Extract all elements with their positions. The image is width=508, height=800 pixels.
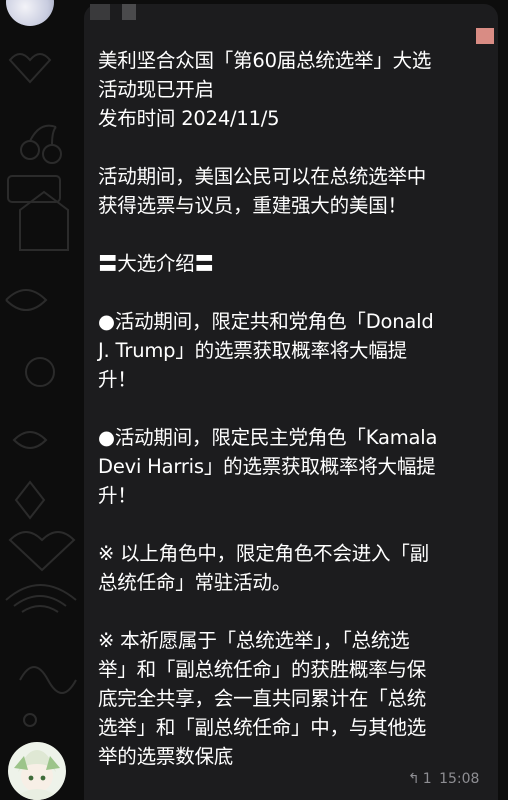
message-time: 15:08	[439, 771, 480, 787]
rainbow-doodle-icon	[5, 584, 77, 601]
house-doodle-icon	[19, 190, 69, 251]
blurred-sender-name-block	[122, 4, 136, 20]
leaf-doodle-icon	[5, 289, 48, 311]
blurred-sender-name-block	[90, 4, 110, 20]
avatar-character-icon	[14, 750, 60, 800]
reply-count: 1	[422, 771, 432, 787]
blurred-sender-name-block	[476, 28, 494, 44]
chat-screen: 美利坚合众国「第60届总统选举」大选 活动现已开启 发布时间 2024/11/5…	[0, 0, 508, 800]
wave-doodle-icon	[19, 666, 77, 694]
message-paragraph: 活动期间，美国公民可以在总统选举中 获得选票与议员，重建强大的美国！	[98, 165, 427, 217]
cherry-doodle-icon	[20, 140, 40, 160]
message-paragraph: ●活动期间，限定共和党角色「Donald J. Trump」的选票获取概率将大幅…	[98, 310, 434, 391]
message-paragraph: ※ 以上角色中，限定角色不会进入「副 总统任命」常驻活动。	[98, 542, 429, 594]
message-text: 美利坚合众国「第60届总统选举」大选 活动现已开启 发布时间 2024/11/5…	[98, 46, 490, 771]
message-paragraph: 美利坚合众国「第60届总统选举」大选 活动现已开启 发布时间 2024/11/5	[98, 49, 432, 130]
heart-outline-doodle-icon	[8, 531, 76, 572]
shell-doodle-icon	[12, 431, 48, 449]
message-paragraph: ※ 本祈愿属于「总统选举」，「总统选 举」和「副总统任命」的获胜概率与保 底完全…	[98, 629, 427, 768]
reply-arrow-icon: ↰	[408, 771, 420, 787]
flower-doodle-icon	[25, 357, 55, 387]
message-paragraph: 〓大选介绍〓	[98, 252, 214, 275]
heart-doodle-icon	[8, 53, 52, 84]
sender-avatar[interactable]	[8, 742, 66, 800]
gem-doodle-icon	[14, 480, 46, 520]
message-meta[interactable]: ↰ 1 15:08	[408, 770, 482, 788]
message-paragraph: ●活动期间，限定民主党角色「Kamala Devi Harris」的选票获取概率…	[98, 426, 438, 507]
